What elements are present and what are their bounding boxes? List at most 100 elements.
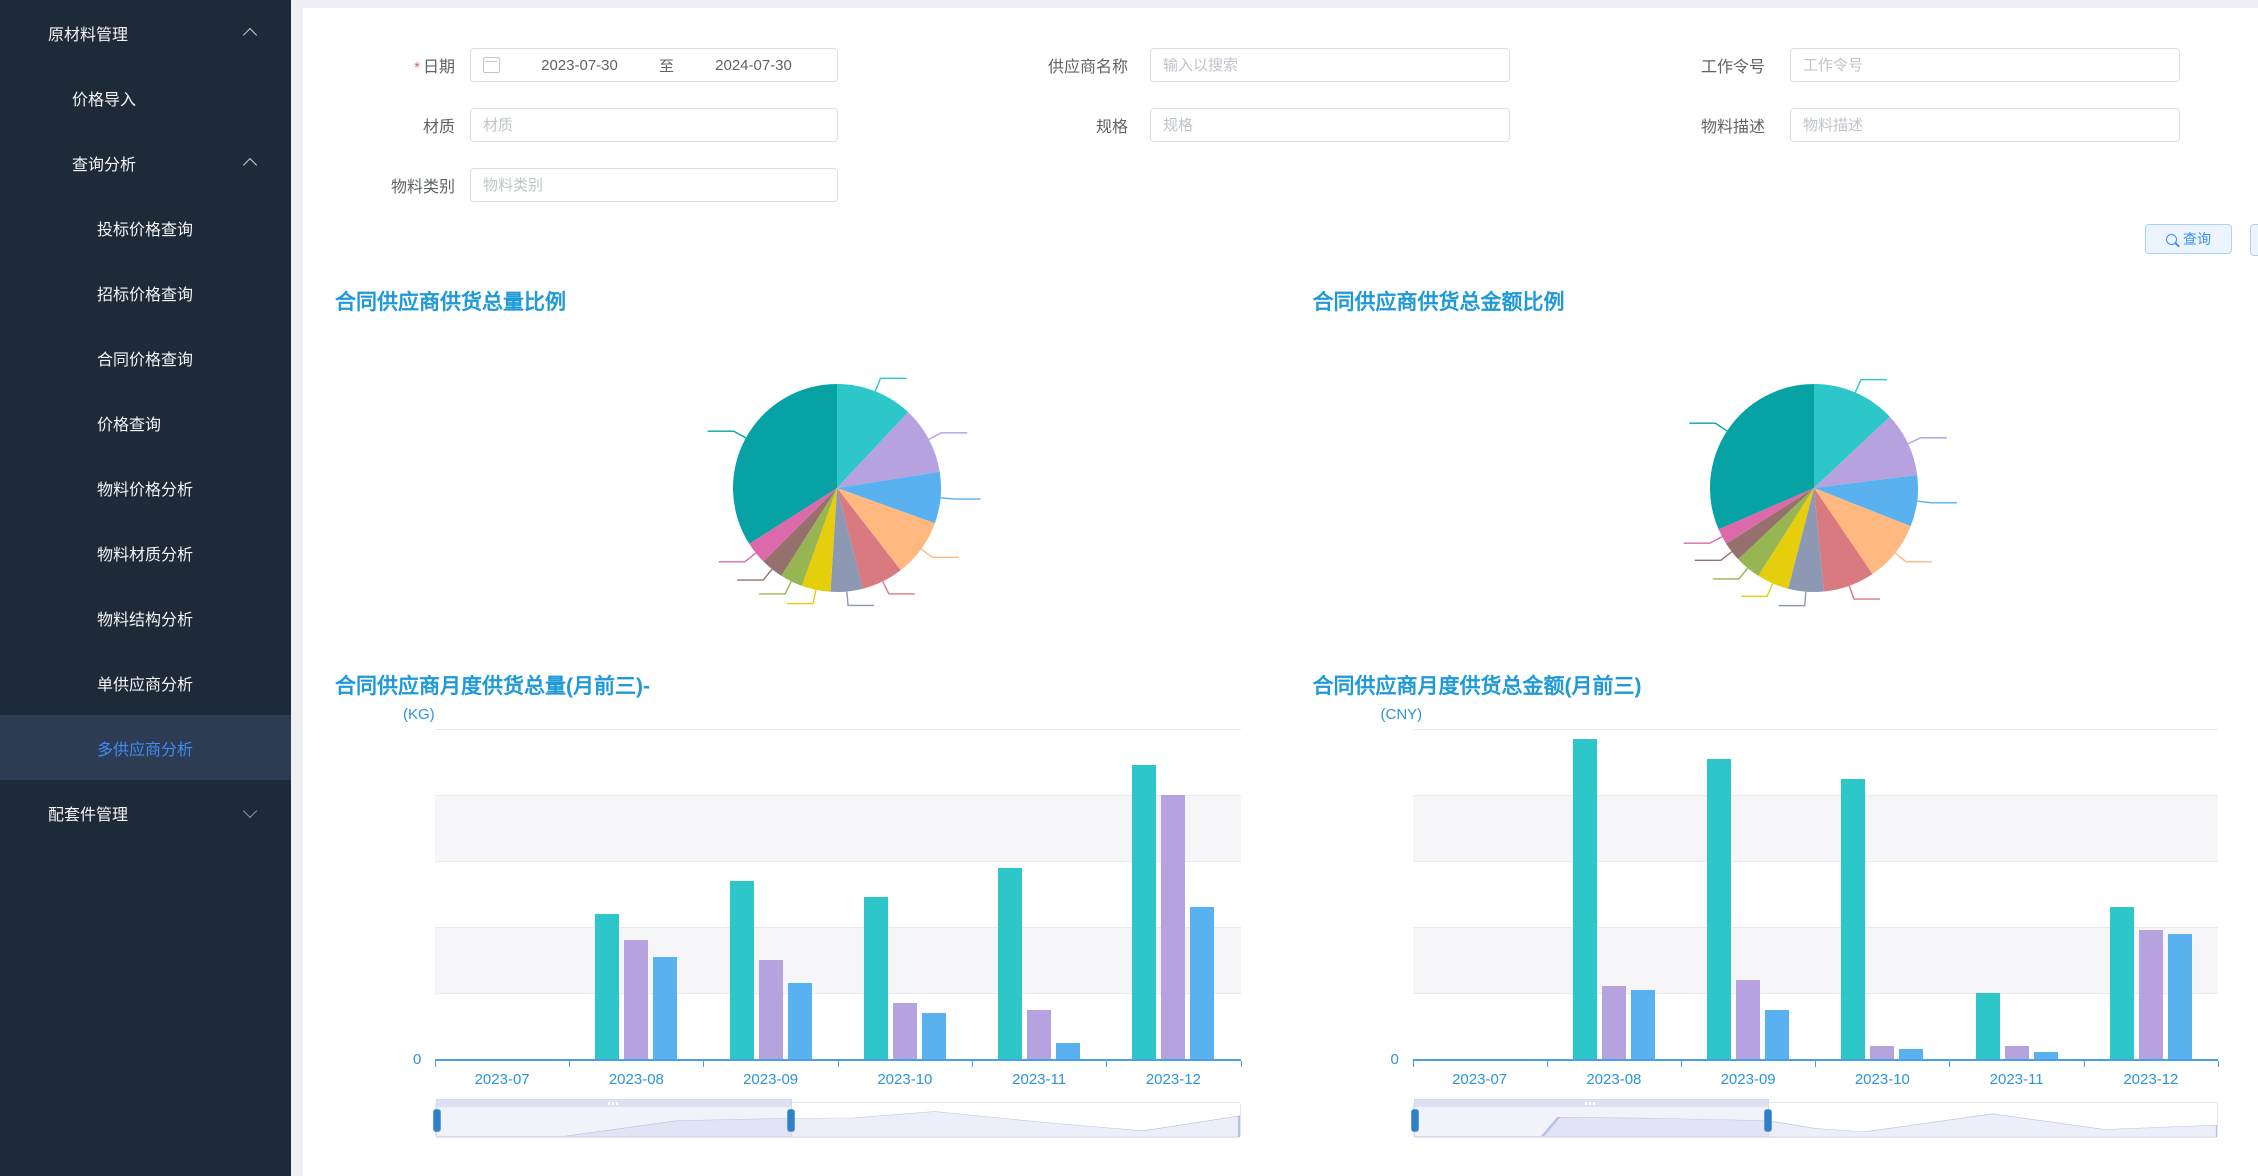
x-axis-label: 2023-11 <box>972 1071 1106 1088</box>
material-label: 材质 <box>303 113 455 137</box>
sidebar-item-query-analysis[interactable]: 查询分析 <box>0 130 291 195</box>
bar[interactable] <box>759 960 783 1059</box>
bar[interactable] <box>1190 907 1214 1059</box>
sidebar-item-label: 价格导入 <box>72 86 136 110</box>
bar[interactable] <box>1976 993 2000 1059</box>
datazoom-left-handle[interactable] <box>1411 1109 1419 1132</box>
bar[interactable] <box>893 1003 917 1059</box>
sidebar-item-price-import[interactable]: 价格导入 <box>0 65 291 130</box>
chart-title-monthly-quantity: 合同供应商月度供货总量(月前三)- <box>303 670 1281 700</box>
bar[interactable] <box>1899 1049 1923 1059</box>
sidebar-item-price-query[interactable]: 价格查询 <box>0 390 291 455</box>
datazoom-slider[interactable] <box>1413 1102 2219 1138</box>
sidebar-item-raw-material-mgmt[interactable]: 原材料管理 <box>0 0 291 65</box>
bar[interactable] <box>1132 765 1156 1059</box>
bar[interactable] <box>2034 1052 2058 1059</box>
axis-tick <box>972 1061 973 1067</box>
bar[interactable] <box>1736 980 1760 1059</box>
bar[interactable] <box>1870 1046 1894 1059</box>
pie-label-line <box>707 431 745 438</box>
sidebar-item-accessories-mgmt[interactable]: 配套件管理 <box>0 780 291 845</box>
datazoom-grip[interactable] <box>1415 1100 1769 1107</box>
bar[interactable] <box>788 983 812 1059</box>
bar[interactable] <box>998 868 1022 1059</box>
bar[interactable] <box>1027 1010 1051 1060</box>
material-desc-input[interactable] <box>1790 108 2180 142</box>
sidebar-item-label: 价格查询 <box>97 411 161 435</box>
axis-tick <box>2218 1061 2219 1067</box>
pie-panel-total-quantity: 合同供应商供货总量比例 <box>303 286 1281 656</box>
date-end-value[interactable]: 2024-07-30 <box>682 57 825 74</box>
bar[interactable] <box>922 1013 946 1059</box>
pie-label-line <box>1713 568 1748 579</box>
sidebar-item-bid-price-query[interactable]: 投标价格查询 <box>0 195 291 260</box>
material-category-input[interactable] <box>470 168 838 202</box>
axis-tick <box>1547 1061 1548 1067</box>
partial-button[interactable] <box>2250 224 2258 256</box>
material-input[interactable] <box>470 108 838 142</box>
bar[interactable] <box>1631 990 1655 1059</box>
bar-charts-row: 合同供应商月度供货总量(月前三)- (KG) 0 2023-072023-082… <box>303 670 2258 1138</box>
bar-panel-monthly-amount: 合同供应商月度供货总金额(月前三) (CNY) 0 2023-072023-08… <box>1281 670 2258 1138</box>
x-axis-label: 2023-08 <box>569 1071 703 1088</box>
y-axis-zero-label: 0 <box>1391 1051 1399 1068</box>
bar[interactable] <box>1602 986 1626 1059</box>
bar[interactable] <box>864 897 888 1059</box>
datazoom-right-handle[interactable] <box>787 1109 795 1132</box>
x-axis-label: 2023-12 <box>1106 1071 1240 1088</box>
bar[interactable] <box>1056 1043 1080 1060</box>
bar[interactable] <box>2005 1046 2029 1059</box>
main-content: *日期 2023-07-30 至 2024-07-30 供应商名称 工作令号 材… <box>303 8 2258 1176</box>
datazoom-grip[interactable] <box>437 1100 791 1107</box>
bar-group <box>972 729 1106 1059</box>
date-start-value[interactable]: 2023-07-30 <box>508 57 651 74</box>
datazoom-window[interactable] <box>1414 1099 1770 1137</box>
bar-group <box>704 729 838 1059</box>
required-asterisk: * <box>414 59 420 76</box>
sidebar-item-label: 投标价格查询 <box>97 216 193 240</box>
sidebar-item-contract-price-query[interactable]: 合同价格查询 <box>0 325 291 390</box>
sidebar-item-material-price-analysis[interactable]: 物料价格分析 <box>0 455 291 520</box>
bar[interactable] <box>1707 759 1731 1059</box>
bar[interactable] <box>2139 930 2163 1059</box>
sidebar-item-label: 招标价格查询 <box>97 281 193 305</box>
sidebar-item-multi-supplier-analysis[interactable]: 多供应商分析 <box>0 715 291 780</box>
bar[interactable] <box>1765 1010 1789 1060</box>
datazoom-right-handle[interactable] <box>1764 1109 1772 1132</box>
pie-label-line <box>759 581 791 594</box>
bar[interactable] <box>2110 907 2134 1059</box>
sidebar-item-material-texture-analysis[interactable]: 物料材质分析 <box>0 520 291 585</box>
datazoom-window[interactable] <box>436 1099 792 1137</box>
bar-group <box>1413 729 1547 1059</box>
pie-chart-total-quantity[interactable] <box>607 316 1067 656</box>
spec-input[interactable] <box>1150 108 1510 142</box>
bar[interactable] <box>624 940 648 1059</box>
date-field-row: *日期 2023-07-30 至 2024-07-30 <box>303 48 838 82</box>
bar[interactable] <box>730 881 754 1059</box>
chevron-down-icon <box>243 803 257 817</box>
pie-chart-total-amount[interactable] <box>1584 316 2044 656</box>
material-category-label: 物料类别 <box>303 173 455 197</box>
supplier-input[interactable] <box>1150 48 1510 82</box>
sidebar-item-material-structure-analysis[interactable]: 物料结构分析 <box>0 585 291 650</box>
x-axis-label: 2023-09 <box>704 1071 838 1088</box>
query-button[interactable]: 查询 <box>2145 224 2232 254</box>
sidebar-item-single-supplier-analysis[interactable]: 单供应商分析 <box>0 650 291 715</box>
bar[interactable] <box>653 957 677 1059</box>
bar[interactable] <box>1161 795 1185 1059</box>
pie-wrap <box>303 316 1281 656</box>
bar[interactable] <box>595 914 619 1059</box>
datazoom-left-handle[interactable] <box>433 1109 441 1132</box>
bar-group <box>435 729 569 1059</box>
bar[interactable] <box>2168 934 2192 1059</box>
x-axis-label: 2023-12 <box>2084 1071 2218 1088</box>
datazoom-slider[interactable] <box>435 1102 1241 1138</box>
work-order-input[interactable] <box>1790 48 2180 82</box>
bar[interactable] <box>1573 739 1597 1059</box>
pie-panel-total-amount: 合同供应商供货总金额比例 <box>1281 286 2258 656</box>
chart-title-quantity-ratio: 合同供应商供货总量比例 <box>303 286 1281 316</box>
x-axis-labels: 2023-072023-082023-092023-102023-112023-… <box>435 1071 1241 1088</box>
date-range-input[interactable]: 2023-07-30 至 2024-07-30 <box>470 48 838 82</box>
bar[interactable] <box>1841 779 1865 1060</box>
sidebar-item-tender-price-query[interactable]: 招标价格查询 <box>0 260 291 325</box>
